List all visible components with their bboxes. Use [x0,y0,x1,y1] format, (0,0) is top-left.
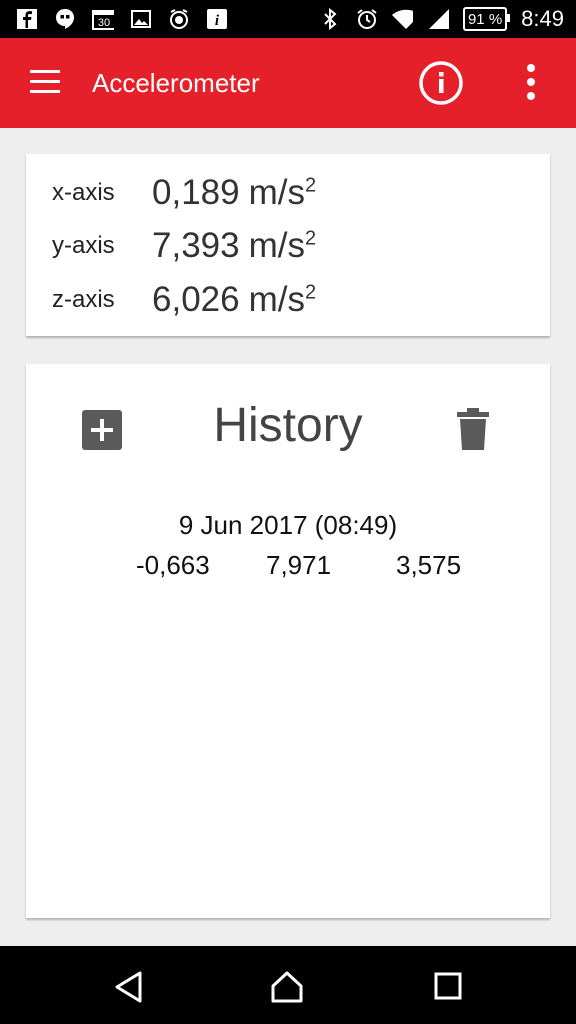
signal-icon [427,8,449,30]
calendar-icon: 30 [92,8,114,30]
more-vert-icon-dot [527,64,535,72]
battery-indicator: 91 % [462,7,511,31]
history-card: History 9 Jun 2017 (08:49) -0,663 7,971 … [26,364,550,918]
y-axis-unit: m/s2 [248,226,317,265]
info-icon [419,61,463,105]
trash-icon [457,408,489,450]
alarm-app-icon [168,8,190,30]
wifi-icon [391,8,413,30]
menu-icon-line [30,70,60,73]
alarm-icon [355,8,377,30]
menu-button[interactable] [30,70,60,94]
home-icon [271,971,303,1003]
x-axis-unit: m/s2 [248,173,317,212]
facebook-icon [16,8,38,30]
recents-button[interactable] [432,970,466,1004]
x-axis-value: 0,189 [152,173,240,212]
history-entry-y: 7,971 [266,550,332,580]
home-button[interactable] [270,970,304,1004]
status-clock: 8:49 [521,6,564,31]
gallery-icon [130,8,152,30]
recents-icon [434,972,462,1000]
more-vert-icon-dot [527,78,535,86]
y-axis-row: y-axis 7,393 m/s2 [52,221,316,271]
history-entry-values: -0,663 7,971 3,575 [136,550,526,581]
menu-icon-line [30,80,60,83]
info-app-icon: i [206,8,228,30]
z-axis-row: z-axis 6,026 m/s2 [52,275,316,325]
readings-card: x-axis 0,189 m/s2 y-axis 7,393 m/s2 z-ax… [26,154,550,336]
status-bar: 30 i 91 % 8:49 [0,0,576,38]
x-axis-row: x-axis 0,189 m/s2 [52,168,316,218]
overflow-menu-button[interactable] [518,64,544,102]
history-entry-date: 9 Jun 2017 (08:49) [178,510,398,540]
hangouts-icon [54,8,76,30]
navigation-bar [0,946,576,1024]
z-axis-unit: m/s2 [248,280,317,319]
x-axis-label: x-axis [52,179,115,206]
svg-text:30: 30 [98,17,110,29]
y-axis-value: 7,393 [152,226,240,265]
z-axis-label: z-axis [52,286,115,313]
z-axis-value: 6,026 [152,280,240,319]
info-button[interactable] [418,60,464,106]
more-vert-icon-dot [527,92,535,100]
bluetooth-icon [319,8,341,30]
history-entry-x: -0,663 [136,550,210,580]
back-button[interactable] [112,970,146,1004]
menu-icon-line [30,90,60,93]
y-axis-label: y-axis [52,232,115,259]
app-bar: Accelerometer [0,38,576,128]
back-icon [115,971,142,1003]
clear-history-button[interactable] [456,408,490,450]
battery-level: 91 % [467,10,503,28]
app-title: Accelerometer [92,68,260,98]
history-entry-z: 3,575 [396,550,462,580]
